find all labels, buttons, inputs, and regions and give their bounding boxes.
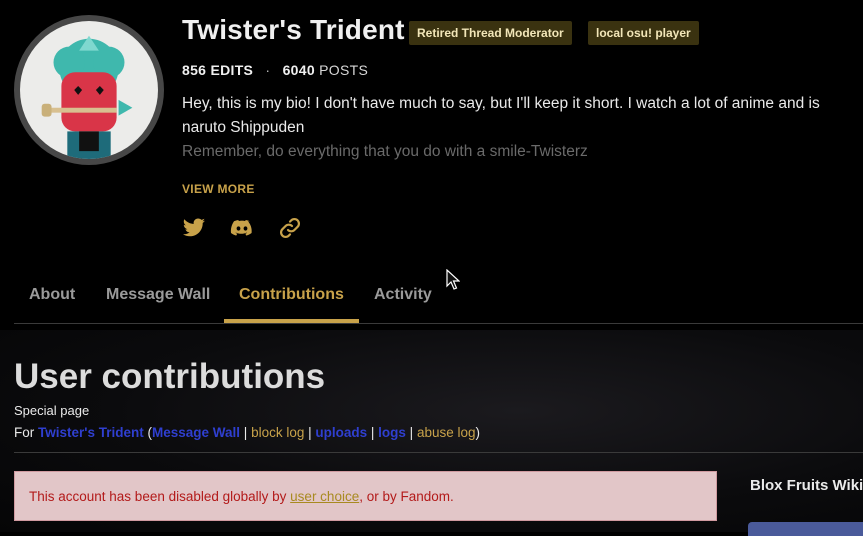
mouse-cursor-icon — [446, 269, 460, 290]
stats-separator: · — [265, 62, 271, 78]
paren-close: ) — [475, 425, 481, 440]
block-log-link[interactable]: block log — [251, 425, 304, 440]
separator: | — [240, 425, 252, 440]
contributions-for-line: For Twister's Trident (Message Wall | bl… — [14, 425, 480, 440]
avatar[interactable] — [14, 15, 164, 165]
disabled-account-alert: This account has been disabled globally … — [14, 471, 717, 521]
profile-stats: 856 EDITS · 6040 POSTS — [182, 62, 368, 78]
bio-line-2: naruto Shippuden — [182, 119, 305, 136]
page-subtitle: Special page — [14, 403, 90, 418]
divider — [14, 452, 863, 453]
alert-text-before: This account has been disabled globally … — [29, 489, 291, 504]
discord-icon[interactable] — [229, 216, 255, 240]
posts-count: 6040 — [282, 62, 315, 78]
tab-about[interactable]: About — [29, 286, 75, 304]
profile-tabs: About Message Wall Contributions Activit… — [14, 270, 863, 324]
uploads-link[interactable]: uploads — [315, 425, 367, 440]
posts-label: POSTS — [319, 62, 369, 78]
tab-message-wall[interactable]: Message Wall — [106, 286, 210, 304]
username: Twister's Trident — [182, 14, 405, 45]
alert-text-after: , or by Fandom. — [359, 489, 454, 504]
logs-link[interactable]: logs — [378, 425, 406, 440]
tag-retired-moderator: Retired Thread Moderator — [409, 21, 572, 45]
tab-contributions[interactable]: Contributions — [239, 286, 344, 304]
page-title: User contributions — [14, 357, 326, 396]
user-choice-link[interactable]: user choice — [290, 489, 359, 504]
paren-open: ( — [143, 425, 153, 440]
separator: | — [367, 425, 379, 440]
active-tab-indicator — [224, 319, 359, 323]
user-link[interactable]: Twister's Trident — [38, 425, 144, 440]
separator: | — [405, 425, 417, 440]
edits-label: EDITS — [210, 62, 254, 78]
rail-button[interactable] — [748, 522, 863, 536]
message-wall-link[interactable]: Message Wall — [152, 425, 240, 440]
bio-line-3: Remember, do everything that you do with… — [182, 143, 588, 160]
rail-title: Blox Fruits Wiki — [750, 477, 863, 494]
tag-local-osu-player: local osu! player — [588, 21, 699, 45]
tab-activity[interactable]: Activity — [374, 286, 432, 304]
edits-count: 856 — [182, 62, 207, 78]
separator: | — [304, 425, 316, 440]
bio-line-1: Hey, this is my bio! I don't have much t… — [182, 95, 820, 112]
link-icon[interactable] — [277, 216, 303, 240]
view-more-link[interactable]: VIEW MORE — [182, 182, 255, 196]
for-prefix: For — [14, 425, 39, 440]
avatar-image — [20, 21, 158, 159]
bio: Hey, this is my bio! I don't have much t… — [182, 92, 863, 164]
twitter-icon[interactable] — [181, 216, 207, 240]
abuse-log-link[interactable]: abuse log — [417, 425, 476, 440]
